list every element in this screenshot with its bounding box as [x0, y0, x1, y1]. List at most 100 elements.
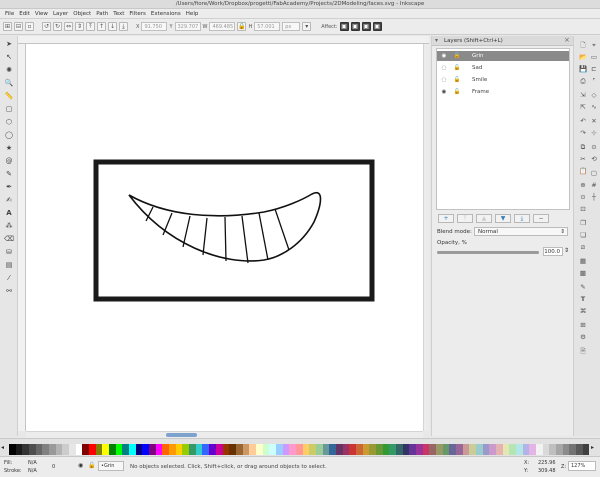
color-swatch[interactable] [309, 444, 316, 455]
paste-icon[interactable]: 📋 [578, 167, 588, 175]
x-field[interactable]: 91.750 [141, 22, 168, 31]
color-swatch[interactable] [402, 444, 410, 455]
rotate-ccw-icon[interactable]: ↺ [42, 22, 51, 31]
color-swatch[interactable] [355, 444, 363, 455]
box3d-tool-icon[interactable]: ⬡ [4, 117, 14, 126]
menu-help[interactable]: Help [183, 9, 201, 19]
color-swatch[interactable] [102, 444, 110, 455]
spray-tool-icon[interactable]: ⁂ [4, 221, 14, 230]
pen-tool-icon[interactable]: ✒ [4, 182, 14, 191]
text-font-icon[interactable]: T [578, 295, 588, 303]
node-tool-icon[interactable]: ↖ [4, 52, 14, 61]
snap-page-icon[interactable]: ▢ [589, 169, 599, 177]
document-properties-icon[interactable]: 🗎 [578, 347, 588, 355]
gradient-tool-icon[interactable]: ▤ [4, 260, 14, 269]
menu-filters[interactable]: Filters [127, 9, 149, 19]
visibility-eye-icon[interactable]: ◉ [440, 51, 448, 61]
color-swatch[interactable] [449, 444, 457, 455]
unlocked-lock-icon[interactable]: 🔓 [453, 51, 461, 61]
color-swatch[interactable] [415, 444, 423, 455]
ellipse-tool-icon[interactable]: ◯ [4, 130, 14, 139]
color-swatch[interactable] [89, 444, 96, 455]
color-swatch[interactable] [35, 444, 43, 455]
color-swatch[interactable] [516, 444, 523, 455]
color-swatch[interactable] [29, 444, 36, 455]
color-swatch[interactable] [409, 444, 416, 455]
unit-dropdown-icon[interactable]: ▾ [302, 22, 312, 31]
lower-bottom-icon[interactable]: ⤓ [119, 22, 128, 31]
open-icon[interactable]: 📂 [578, 53, 588, 61]
color-swatch[interactable] [335, 444, 343, 455]
menu-path[interactable]: Path [94, 9, 111, 19]
color-swatch[interactable] [142, 444, 150, 455]
color-swatch[interactable] [349, 444, 356, 455]
color-swatch[interactable] [469, 444, 477, 455]
color-swatch[interactable] [82, 444, 90, 455]
color-swatch[interactable] [42, 444, 50, 455]
paint-bucket-tool-icon[interactable]: ⛁ [4, 247, 14, 256]
color-swatch[interactable] [169, 444, 176, 455]
color-swatch[interactable] [202, 444, 210, 455]
zoom-selection-icon[interactable]: ⊕ [578, 181, 588, 189]
color-swatch[interactable] [9, 444, 16, 455]
color-swatch[interactable] [436, 444, 443, 455]
color-swatch[interactable] [569, 444, 577, 455]
ungroup-icon[interactable]: ▩ [578, 269, 588, 277]
color-swatch[interactable] [295, 444, 303, 455]
xml-editor-icon[interactable]: ⌘ [578, 307, 588, 315]
snap-midpoints-icon[interactable]: ⊹ [589, 129, 599, 137]
zoom-drawing-icon[interactable]: ⊙ [578, 193, 588, 201]
color-swatch[interactable] [49, 444, 56, 455]
snap-centers-icon[interactable]: ⊙ [589, 143, 599, 151]
color-swatch[interactable] [22, 444, 30, 455]
raise-top-icon[interactable]: ⤒ [86, 22, 95, 31]
snap-nodes-icon[interactable]: ◇ [589, 91, 599, 99]
menu-edit[interactable]: Edit [17, 9, 33, 19]
palette-swatches[interactable] [9, 444, 590, 455]
blend-mode-select[interactable]: Normal ⇕ [474, 227, 568, 236]
hidden-eye-icon[interactable]: ◌ [440, 75, 448, 85]
layer-row-sad[interactable]: ◌ 🔓 Sad [437, 63, 569, 73]
measure-tool-icon[interactable]: 📏 [4, 91, 14, 100]
color-swatch[interactable] [235, 444, 243, 455]
zoom-tool-icon[interactable]: 🔍 [4, 78, 14, 87]
color-swatch[interactable] [342, 444, 350, 455]
unlink-clone-icon[interactable]: ⧄ [578, 243, 588, 251]
color-swatch[interactable] [442, 444, 450, 455]
panel-close-icon[interactable]: × [564, 36, 570, 44]
color-swatch[interactable] [222, 444, 230, 455]
color-swatch[interactable] [115, 444, 123, 455]
scale-corners-icon[interactable]: ▣ [350, 22, 360, 31]
opacity-slider[interactable] [437, 251, 539, 254]
color-swatch[interactable] [135, 444, 143, 455]
color-swatch[interactable] [62, 444, 70, 455]
raise-layer-top-icon[interactable]: ⤒ [457, 214, 473, 223]
align-distribute-icon[interactable]: ⊞ [578, 321, 588, 329]
save-icon[interactable]: 💾 [578, 65, 588, 73]
copy-icon[interactable]: ⧉ [578, 143, 588, 151]
menu-extensions[interactable]: Extensions [148, 9, 183, 19]
raise-icon[interactable]: ↑ [97, 22, 106, 31]
color-swatch[interactable] [162, 444, 170, 455]
add-layer-icon[interactable]: + [438, 214, 454, 223]
calligraphy-tool-icon[interactable]: ✍ [4, 195, 14, 204]
layer-row-grin[interactable]: ◉ 🔓 Grin [437, 51, 569, 61]
color-swatch[interactable] [189, 444, 196, 455]
layer-visibility-icon[interactable]: ◉ [78, 462, 83, 469]
menu-layer[interactable]: Layer [50, 9, 70, 19]
palette-scroll-left-icon[interactable]: ◂ [1, 444, 4, 451]
snap-edges-icon[interactable]: ⊏ [589, 65, 599, 73]
new-document-icon[interactable]: 🗋 [578, 41, 588, 49]
snap-bbox-icon[interactable]: ▭ [589, 53, 599, 61]
export-icon[interactable]: ⇱ [578, 103, 588, 111]
lower-icon[interactable]: ↓ [108, 22, 117, 31]
color-swatch[interactable] [69, 444, 76, 455]
color-swatch[interactable] [175, 444, 183, 455]
color-swatch[interactable] [302, 444, 310, 455]
color-swatch[interactable] [75, 444, 83, 455]
color-swatch[interactable] [249, 444, 256, 455]
snap-corners-icon[interactable]: ⌜ [589, 77, 599, 85]
color-swatch[interactable] [389, 444, 396, 455]
layer-row-smile[interactable]: ◌ 🔓 Smile [437, 75, 569, 85]
color-swatch[interactable] [155, 444, 163, 455]
